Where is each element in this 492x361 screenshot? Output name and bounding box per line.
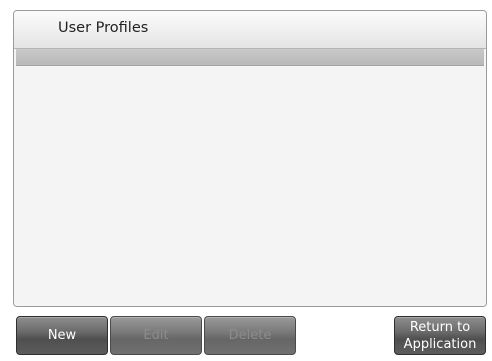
return-button-label-line2: Application bbox=[403, 336, 477, 352]
profile-list-header bbox=[16, 49, 484, 66]
return-button-label-line1: Return to bbox=[409, 319, 471, 335]
new-button-label: New bbox=[47, 328, 77, 343]
new-button[interactable]: New bbox=[16, 316, 108, 355]
edit-button-label: Edit bbox=[143, 328, 169, 343]
page-title: User Profiles bbox=[58, 20, 149, 36]
action-toolbar: New Edit Delete Return to Application bbox=[13, 316, 487, 357]
title-bar: User Profiles bbox=[14, 11, 486, 49]
delete-button[interactable]: Delete bbox=[204, 316, 296, 355]
return-to-application-button[interactable]: Return to Application bbox=[394, 316, 486, 355]
user-profiles-panel: User Profiles bbox=[13, 10, 487, 307]
profile-list[interactable] bbox=[14, 66, 486, 306]
return-button-label: Return to Application bbox=[404, 319, 477, 353]
delete-button-label: Delete bbox=[228, 328, 272, 343]
edit-button[interactable]: Edit bbox=[110, 316, 202, 355]
